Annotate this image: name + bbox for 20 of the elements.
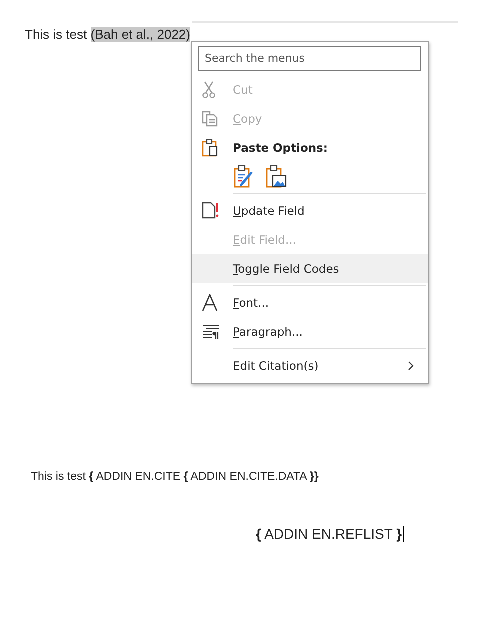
clipboard-icon — [202, 138, 218, 156]
menu-header: Paste Options: — [233, 140, 330, 154]
text-cursor — [403, 526, 404, 542]
paste-picture-icon[interactable] — [265, 164, 287, 188]
menu-item[interactable]: Update Field — [192, 196, 428, 225]
font-icon — [202, 294, 218, 312]
document-text: This is test (Bah et al., 2022) — [25, 27, 190, 42]
field-code-text: This is test { ADDIN EN.CITE { ADDIN EN.CITE.DATA }} — [31, 471, 319, 483]
menu-item[interactable]: Paragraph... — [192, 317, 428, 346]
scissors-icon — [202, 80, 216, 98]
search-field[interactable]: Search the menus — [198, 46, 421, 71]
menu-item[interactable]: Edit Citation(s) — [192, 351, 428, 380]
document-alert-icon — [202, 202, 220, 219]
menu-item[interactable]: Toggle Field Codes — [192, 254, 428, 283]
paragraph-icon — [202, 324, 220, 338]
menu-item[interactable]: Font... — [192, 288, 428, 317]
copy-icon — [202, 110, 218, 126]
chevron-right-icon — [408, 360, 414, 370]
field-code-text: { ADDIN EN.REFLIST } — [256, 526, 402, 542]
paste-formatting-icon[interactable] — [233, 164, 255, 188]
